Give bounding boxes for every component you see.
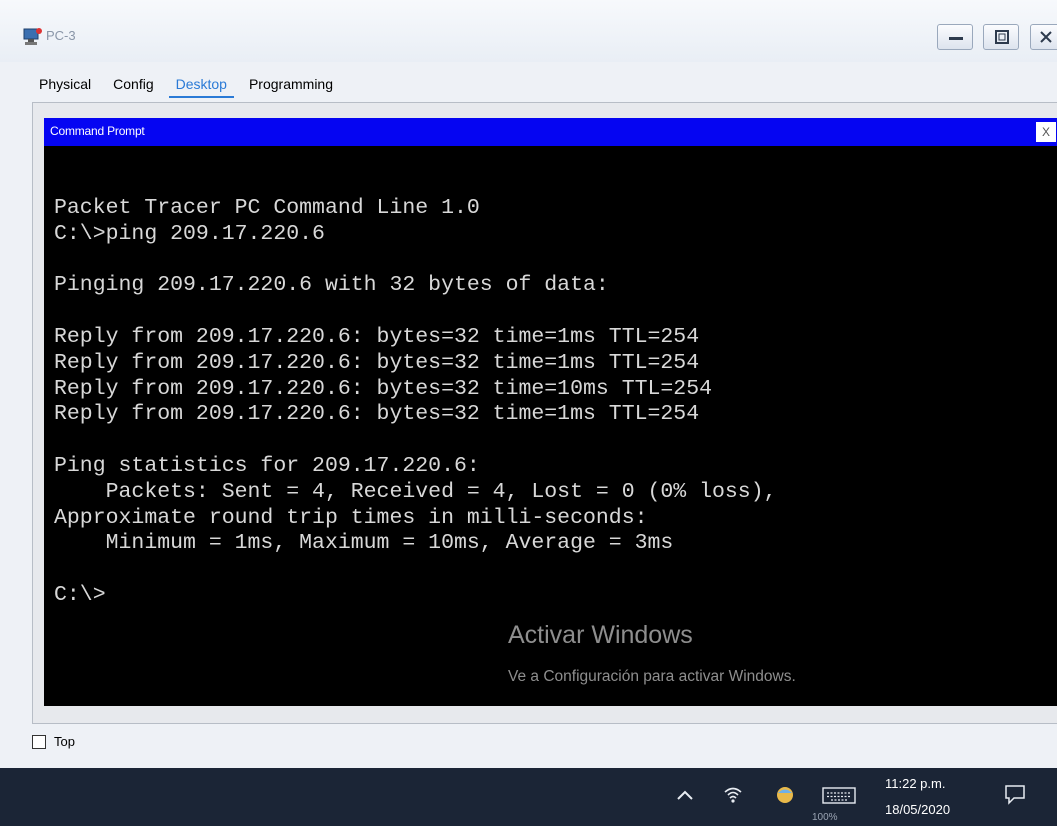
wifi-icon[interactable] — [722, 784, 744, 804]
tab-config[interactable]: Config — [106, 74, 160, 98]
chevron-up-icon[interactable] — [676, 788, 694, 802]
tab-desktop[interactable]: Desktop — [168, 74, 234, 98]
tab-physical[interactable]: Physical — [32, 74, 98, 98]
app-tray-icon[interactable] — [775, 785, 795, 805]
packet-tracer-pc-icon — [23, 28, 42, 45]
activation-watermark-subtitle: Ve a Configuración para activar Windows. — [508, 668, 796, 685]
maximize-button[interactable] — [983, 24, 1019, 50]
top-checkbox[interactable] — [32, 735, 46, 749]
maximize-icon — [995, 30, 1009, 44]
minimize-icon — [949, 37, 963, 40]
zoom-level: 100% — [812, 812, 838, 823]
window-title: PC-3 — [46, 28, 76, 43]
activation-watermark-title: Activar Windows — [508, 621, 693, 649]
clock-time[interactable]: 11:22 p.m. — [885, 776, 945, 791]
command-prompt-titlebar: Command Prompt X — [44, 118, 1057, 146]
keyboard-icon[interactable] — [822, 787, 856, 805]
close-button[interactable] — [1030, 24, 1057, 50]
top-checkbox-label: Top — [54, 734, 75, 749]
device-tabs: Physical Config Desktop Programming — [32, 74, 348, 98]
command-prompt-title: Command Prompt — [50, 124, 145, 138]
console-output: Packet Tracer PC Command Line 1.0 C:\>pi… — [54, 196, 777, 607]
tab-programming[interactable]: Programming — [242, 74, 340, 98]
notification-icon[interactable] — [1003, 783, 1027, 805]
command-prompt-close-button[interactable]: X — [1036, 122, 1056, 142]
close-icon — [1040, 31, 1052, 43]
clock-date[interactable]: 18/05/2020 — [885, 802, 950, 817]
minimize-button[interactable] — [937, 24, 973, 50]
window-titlebar: PC-3 — [0, 0, 1057, 62]
